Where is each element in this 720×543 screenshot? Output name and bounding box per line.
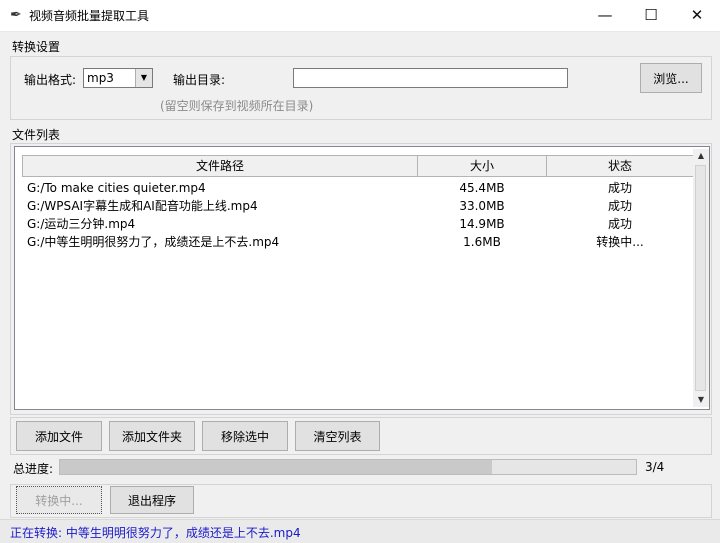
cell-status: 转换中... (596, 235, 644, 249)
close-button[interactable]: ✕ (674, 0, 720, 31)
cell-status: 成功 (607, 217, 632, 231)
dir-hint: (留空则保存到视频所在目录) (160, 99, 314, 113)
minimize-button[interactable]: — (582, 0, 628, 31)
progress-count: 3/4 (645, 460, 665, 474)
cell-size: 1.6MB (463, 235, 501, 249)
clear-list-button[interactable]: 清空列表 (295, 421, 380, 451)
cell-status: 成功 (607, 199, 632, 213)
files-section-label: 文件列表 (12, 128, 61, 142)
table-row[interactable]: G:/运动三分钟.mp4 14.9MB 成功 (21, 215, 693, 233)
progress-label: 总进度: (13, 462, 54, 476)
add-folder-button[interactable]: 添加文件夹 (109, 421, 195, 451)
format-select[interactable]: mp3 ▼ (83, 68, 153, 88)
title-bar: ✒ 视频音频批量提取工具 — ☐ ✕ (0, 0, 720, 32)
format-label: 输出格式: (24, 73, 77, 87)
minimize-icon: — (597, 6, 613, 24)
table-row[interactable]: G:/中等生明明很努力了，成绩还是上不去.mp4 1.6MB 转换中... (21, 233, 693, 251)
total-progress-bar (59, 459, 637, 475)
status-bar: 正在转换: 中等生明明很努力了，成绩还是上不去.mp4 (0, 519, 720, 543)
cell-status: 成功 (607, 181, 632, 195)
status-text: 正在转换: 中等生明明很努力了，成绩还是上不去.mp4 (10, 526, 301, 540)
cell-path: G:/To make cities quieter.mp4 (27, 181, 206, 195)
scroll-thumb[interactable] (695, 165, 706, 391)
output-dir-input[interactable] (293, 68, 568, 88)
format-value: mp3 (87, 71, 114, 85)
table-row[interactable]: G:/WPSAI字幕生成和AI配音功能上线.mp4 33.0MB 成功 (21, 197, 693, 215)
cell-path: G:/中等生明明很努力了，成绩还是上不去.mp4 (27, 235, 280, 249)
column-header-status[interactable]: 状态 (546, 155, 694, 177)
dir-label: 输出目录: (173, 73, 226, 87)
cell-size: 33.0MB (459, 199, 505, 213)
file-table[interactable]: 文件路径 大小 状态 G:/To make cities quieter.mp4… (14, 146, 710, 410)
progress-fill (60, 460, 492, 474)
browse-button[interactable]: 浏览... (640, 63, 702, 93)
settings-section-label: 转换设置 (12, 40, 61, 54)
column-header-size[interactable]: 大小 (417, 155, 547, 177)
column-header-path[interactable]: 文件路径 (22, 155, 418, 177)
chevron-down-icon[interactable]: ▼ (135, 69, 152, 87)
maximize-icon: ☐ (644, 6, 658, 24)
window-title: 视频音频批量提取工具 (29, 9, 150, 23)
scroll-down-icon[interactable]: ▼ (693, 393, 709, 407)
table-scrollbar[interactable]: ▲ ▼ (693, 149, 709, 407)
cell-path: G:/运动三分钟.mp4 (27, 217, 136, 231)
settings-group (10, 56, 712, 120)
cell-size: 14.9MB (459, 217, 505, 231)
convert-button[interactable]: 转换中... (16, 486, 102, 514)
cell-path: G:/WPSAI字幕生成和AI配音功能上线.mp4 (27, 199, 258, 213)
exit-button[interactable]: 退出程序 (110, 486, 194, 514)
scroll-up-icon[interactable]: ▲ (693, 149, 709, 163)
table-row[interactable]: G:/To make cities quieter.mp4 45.4MB 成功 (21, 179, 693, 197)
feather-icon: ✒ (10, 7, 22, 23)
remove-selected-button[interactable]: 移除选中 (202, 421, 288, 451)
add-file-button[interactable]: 添加文件 (16, 421, 102, 451)
maximize-button[interactable]: ☐ (628, 0, 674, 31)
close-icon: ✕ (690, 6, 704, 24)
cell-size: 45.4MB (459, 181, 505, 195)
